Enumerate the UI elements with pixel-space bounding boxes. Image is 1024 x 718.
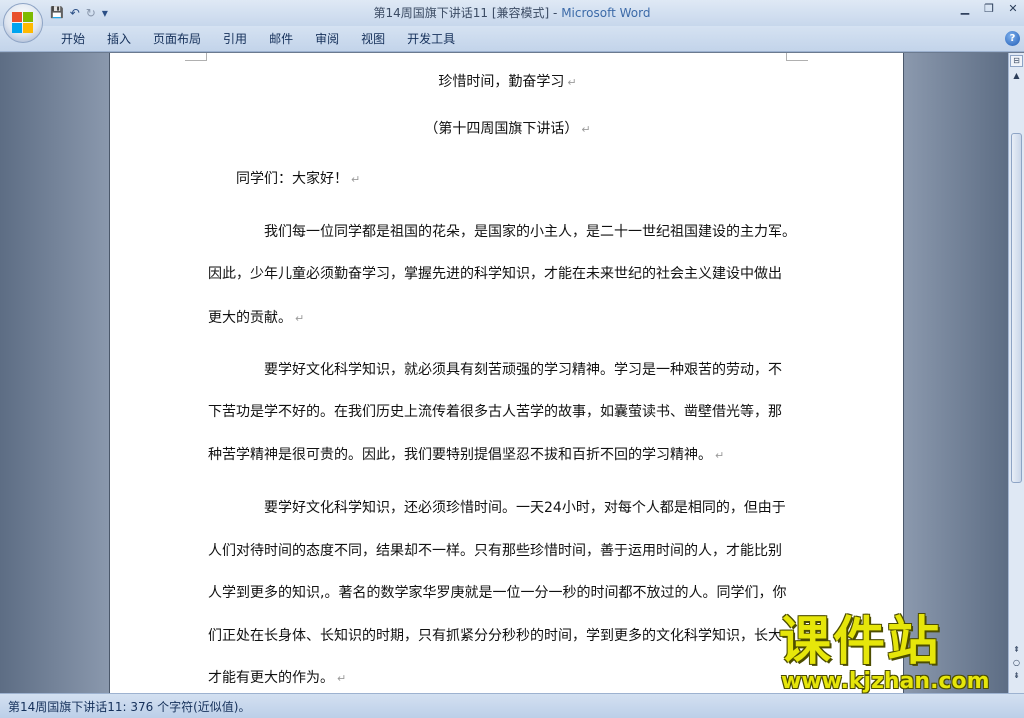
- close-button[interactable]: ✕: [1006, 2, 1020, 16]
- doc-line: 因此，少年儿童必须勤奋学习，掌握先进的科学知识，才能在未来世纪的社会主义建设中做…: [208, 266, 782, 282]
- office-logo-icon: [12, 12, 34, 34]
- window-title: 第14周国旗下讲话11 [兼容模式] - Microsoft Word: [0, 4, 1024, 21]
- title-separator: -: [549, 6, 562, 20]
- watermark-logo: 课件站 www.kjzhan.com: [775, 612, 1007, 694]
- doc-line: 人们对待时间的态度不同，结果却不一样。只有那些珍惜时间，善于运用时间的人，才能比…: [208, 543, 782, 559]
- ribbon-tab-bar: 开始 插入 页面布局 引用 邮件 审阅 视图 开发工具 ?: [0, 26, 1024, 52]
- vertical-scrollbar[interactable]: ⊟ ▲ ⇞ ○ ⇟: [1008, 53, 1024, 693]
- doc-line: 才能有更大的作为。 ↵: [208, 670, 347, 686]
- select-browse-object-icon[interactable]: ○: [1010, 656, 1023, 669]
- doc-subtitle: （第十四周国旗下讲话） ↵: [424, 121, 591, 137]
- paragraph-mark-icon: ↵: [715, 449, 725, 462]
- doc-line: 更大的贡献。 ↵: [208, 310, 305, 326]
- tab-home[interactable]: 开始: [50, 26, 96, 52]
- tab-review[interactable]: 审阅: [304, 26, 350, 52]
- tab-page-layout[interactable]: 页面布局: [142, 26, 212, 52]
- doc-line: 下苦功是学不好的。在我们历史上流传着很多古人苦学的故事，如囊萤读书、凿壁借光等，…: [208, 404, 782, 420]
- tab-developer[interactable]: 开发工具: [396, 26, 466, 52]
- tab-references[interactable]: 引用: [212, 26, 258, 52]
- document-area: 珍惜时间，勤奋学习 ↵ （第十四周国旗下讲话） ↵ 同学们：大家好！ ↵ 我们每一位同…: [0, 53, 1008, 693]
- paragraph-mark-icon: ↵: [295, 312, 305, 325]
- doc-line: 们正处在长身体、长知识的时期，只有抓紧分分秒秒的时间，学到更多的文化科学知识，长…: [208, 628, 782, 644]
- ribbon-tabs: 开始 插入 页面布局 引用 邮件 审阅 视图 开发工具: [50, 26, 466, 52]
- margin-marker-right: [786, 53, 808, 61]
- paragraph-mark-icon: ↵: [351, 173, 361, 186]
- status-bar: 第14周国旗下讲话11: 376 个字符(近似值)。: [0, 693, 1024, 718]
- window-controls: ▁ ❐ ✕: [958, 2, 1020, 16]
- browse-buttons: ⇞ ○ ⇟: [1010, 643, 1023, 682]
- view-ruler-icon[interactable]: ⊟: [1010, 55, 1023, 67]
- doc-title: 珍惜时间，勤奋学习 ↵: [438, 74, 577, 90]
- doc-line: 我们每一位同学都是祖国的花朵，是国家的小主人，是二十一世纪祖国建设的主力军。: [264, 224, 796, 240]
- previous-page-icon[interactable]: ⇞: [1010, 643, 1023, 656]
- paragraph-mark-icon: ↵: [337, 672, 347, 685]
- restore-button[interactable]: ❐: [982, 2, 996, 16]
- document-page[interactable]: 珍惜时间，勤奋学习 ↵ （第十四周国旗下讲话） ↵ 同学们：大家好！ ↵ 我们每一位同…: [109, 53, 904, 693]
- tab-view[interactable]: 视图: [350, 26, 396, 52]
- doc-line: 人学到更多的知识,。著名的数学家华罗庚就是一位一分一秒的时间都不放过的人。同学们…: [208, 585, 787, 601]
- next-page-icon[interactable]: ⇟: [1010, 669, 1023, 682]
- doc-line: 要学好文化科学知识，还必须珍惜时间。一天24小时，对每个人都是相同的，但由于: [264, 500, 786, 516]
- doc-salutation: 同学们：大家好！ ↵: [236, 171, 361, 187]
- word-count-status[interactable]: 第14周国旗下讲话11: 376 个字符(近似值)。: [8, 698, 250, 715]
- doc-line: 要学好文化科学知识，就必须具有刻苦顽强的学习精神。学习是一种艰苦的劳动，不: [264, 362, 782, 378]
- scroll-thumb[interactable]: [1011, 133, 1022, 483]
- minimize-button[interactable]: ▁: [958, 2, 972, 16]
- margin-marker-left: [185, 53, 207, 61]
- watermark-url: www.kjzhan.com: [781, 669, 990, 694]
- doc-line: 种苦学精神是很可贵的。因此，我们要特别提倡坚忍不拔和百折不回的学习精神。 ↵: [208, 447, 725, 463]
- watermark-title: 课件站: [779, 612, 942, 672]
- paragraph-mark-icon: ↵: [567, 76, 577, 89]
- tab-mailings[interactable]: 邮件: [258, 26, 304, 52]
- office-button[interactable]: [3, 3, 43, 43]
- app-name: Microsoft Word: [561, 6, 651, 20]
- document-title: 第14周国旗下讲话11 [兼容模式]: [373, 6, 550, 20]
- scroll-up-icon[interactable]: ▲: [1010, 69, 1023, 82]
- paragraph-mark-icon: ↵: [581, 123, 591, 136]
- help-icon[interactable]: ?: [1005, 31, 1020, 46]
- title-bar: 💾 ↶ ↻ ▾ 第14周国旗下讲话11 [兼容模式] - Microsoft W…: [0, 0, 1024, 26]
- tab-insert[interactable]: 插入: [96, 26, 142, 52]
